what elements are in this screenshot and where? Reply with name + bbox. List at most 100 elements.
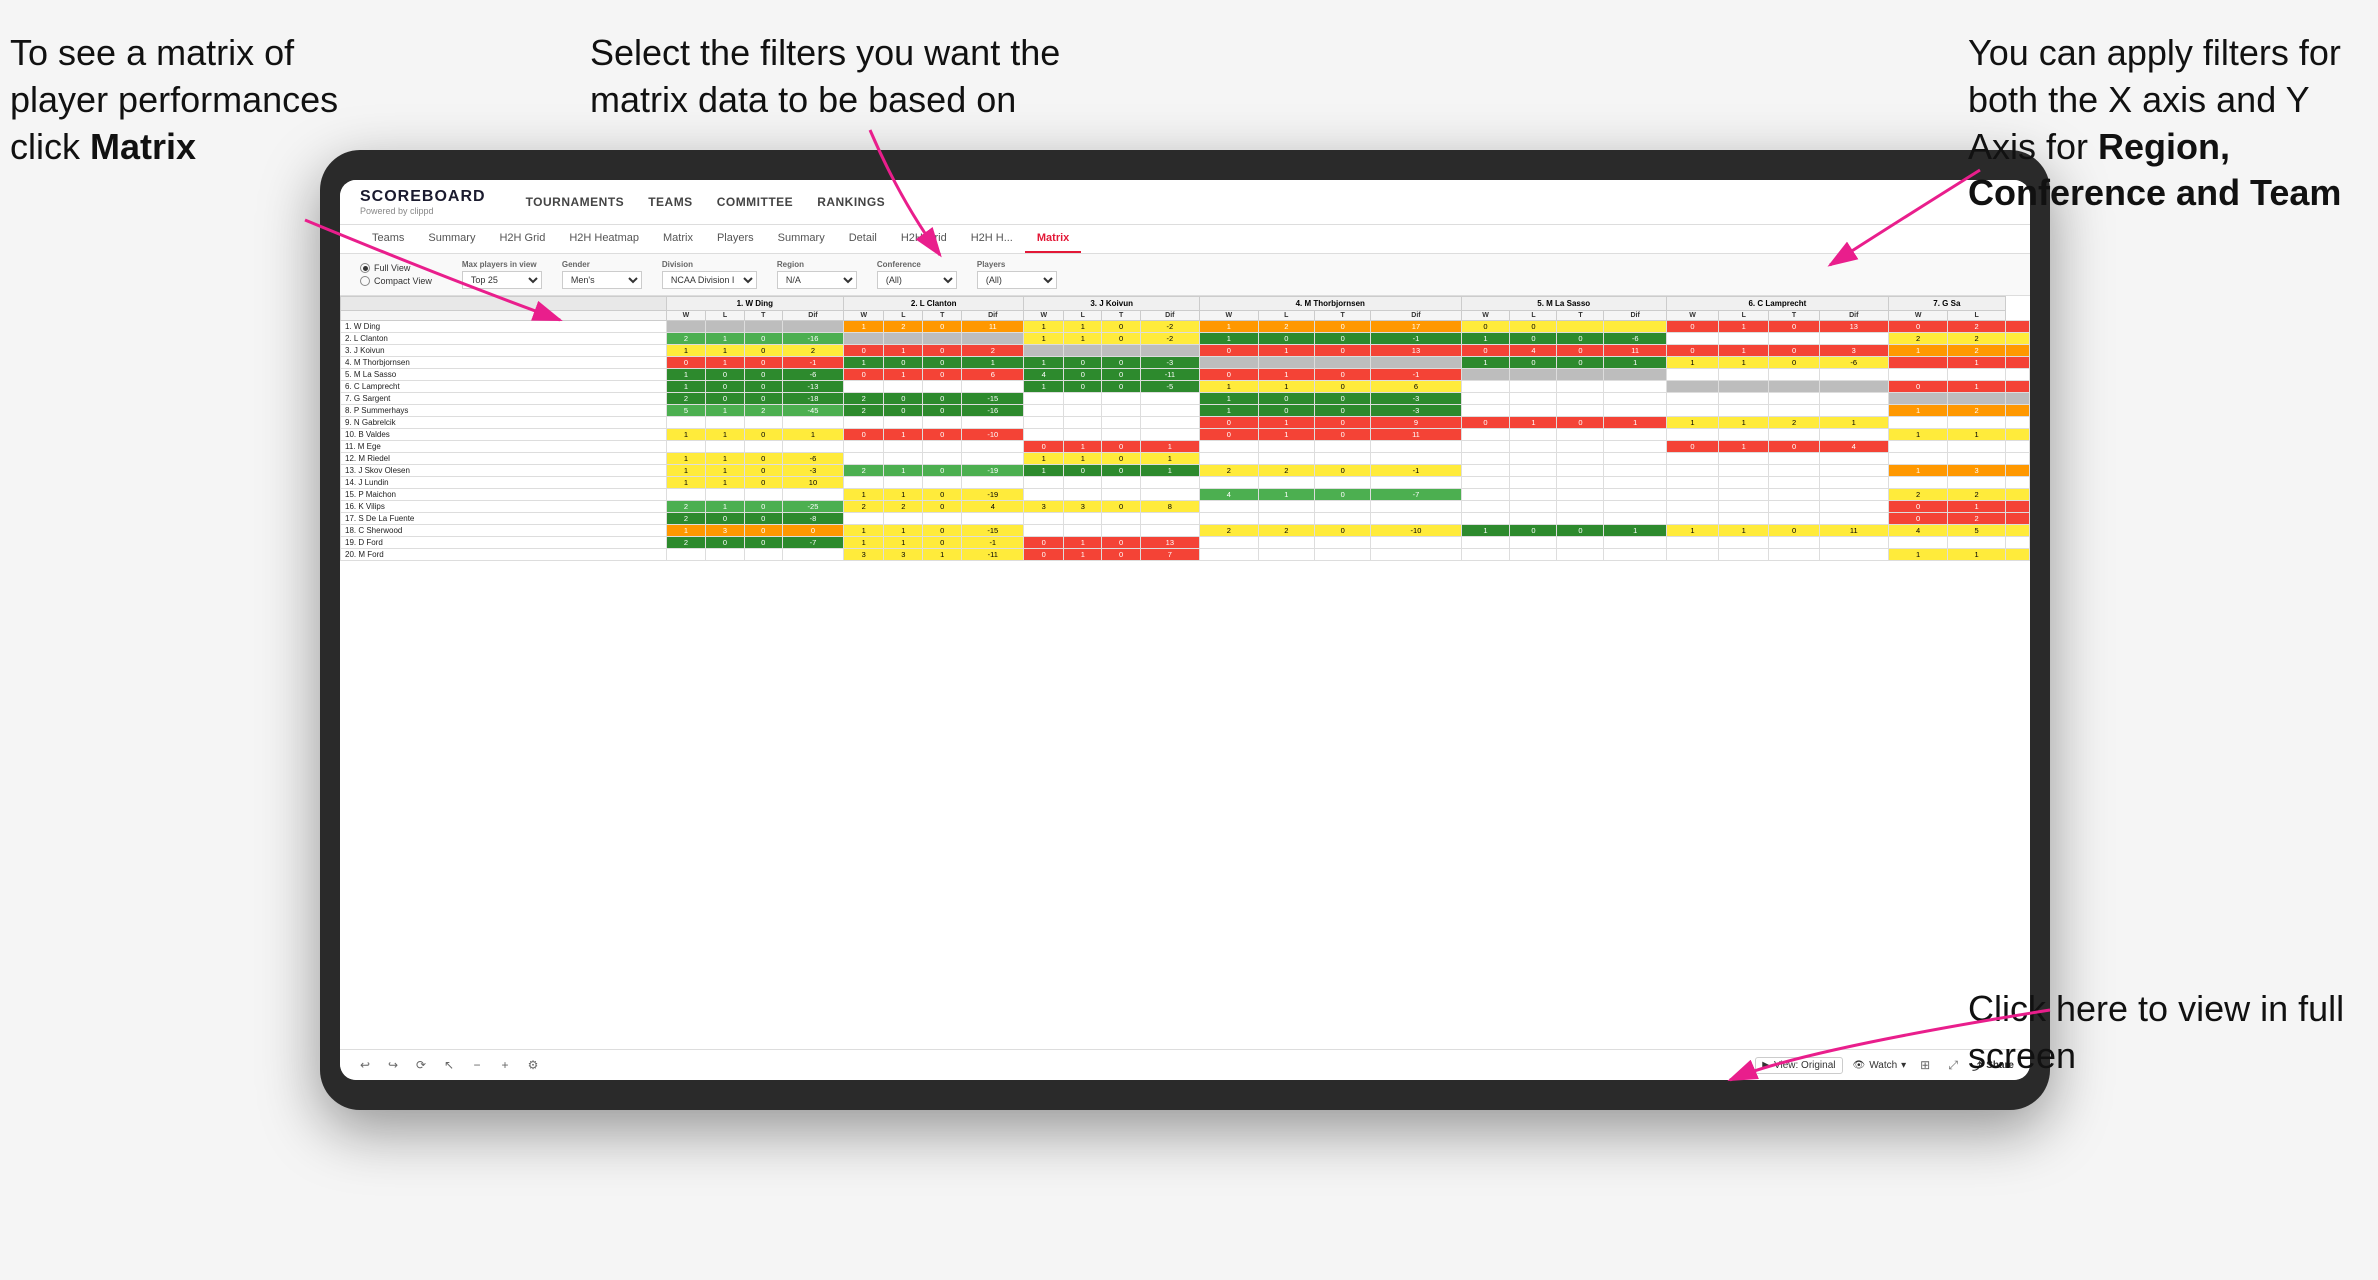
data-cell: 1	[1948, 429, 2005, 441]
watch-btn[interactable]: 👁 Watch ▾	[1853, 1060, 1907, 1071]
data-cell: 0	[1666, 441, 1718, 453]
data-cell	[2005, 453, 2029, 465]
data-cell: 0	[744, 513, 782, 525]
sh-l7: L	[1948, 311, 2005, 321]
filter-conference: Conference (All)	[877, 260, 957, 289]
player-name-cell: 17. S De La Fuente	[341, 513, 667, 525]
tab-detail[interactable]: Detail	[837, 225, 889, 253]
data-cell	[1769, 537, 1819, 549]
data-cell: 1	[666, 381, 706, 393]
data-cell	[1371, 501, 1461, 513]
data-cell: 0	[1510, 333, 1557, 345]
data-cell	[1258, 441, 1314, 453]
data-cell	[1769, 405, 1819, 417]
data-cell: 0	[1064, 465, 1102, 477]
data-cell	[1948, 369, 2005, 381]
compact-view-radio[interactable]	[360, 276, 370, 286]
data-cell: 1	[706, 465, 744, 477]
data-cell	[1510, 393, 1557, 405]
data-cell: 0	[706, 369, 744, 381]
tab-teams[interactable]: Teams	[360, 225, 416, 253]
data-cell: 0	[1461, 345, 1510, 357]
filter-max-select[interactable]: Top 25	[462, 271, 542, 289]
data-cell	[1666, 477, 1718, 489]
data-cell	[666, 549, 706, 561]
data-cell	[1888, 453, 1948, 465]
filter-gender-label: Gender	[562, 260, 642, 269]
full-view-radio[interactable]	[360, 263, 370, 273]
redo-icon[interactable]: ↪	[384, 1056, 402, 1074]
data-cell: 1	[1510, 417, 1557, 429]
data-cell: 0	[1666, 345, 1718, 357]
data-cell	[1666, 465, 1718, 477]
data-cell	[1024, 417, 1064, 429]
filter-conference-select[interactable]: (All)	[877, 271, 957, 289]
data-cell	[1510, 549, 1557, 561]
tab-summary[interactable]: Summary	[416, 225, 487, 253]
nav-tournaments[interactable]: TOURNAMENTS	[526, 193, 625, 211]
data-cell	[744, 489, 782, 501]
data-cell	[1819, 489, 1888, 501]
colh-m-la-sasso: 5. M La Sasso	[1461, 297, 1666, 311]
screen-icon[interactable]: ⊞	[1916, 1056, 1934, 1074]
tab-matrix[interactable]: Matrix	[651, 225, 705, 253]
undo-icon[interactable]: ↩	[356, 1056, 374, 1074]
data-cell: 1	[1024, 333, 1064, 345]
filter-region-label: Region	[777, 260, 857, 269]
data-cell	[1948, 477, 2005, 489]
data-cell: 1	[1199, 333, 1258, 345]
refresh-icon[interactable]: ⟳	[412, 1056, 430, 1074]
data-cell: 1	[666, 453, 706, 465]
data-cell	[1604, 381, 1666, 393]
nav-rankings[interactable]: RANKINGS	[817, 193, 885, 211]
table-row: 9. N Gabrelcik010901011121	[341, 417, 2030, 429]
logo-area: SCOREBOARD Powered by clippd	[360, 188, 486, 216]
zoom-in-icon[interactable]: +	[496, 1056, 514, 1074]
tab-matrix-active[interactable]: Matrix	[1025, 225, 1081, 253]
full-view-option[interactable]: Full View	[360, 263, 432, 273]
player-name-cell: 16. K Vilips	[341, 501, 667, 513]
sh-d3: Dif	[1140, 311, 1199, 321]
data-cell: 1	[1140, 465, 1199, 477]
data-cell	[1461, 477, 1510, 489]
filter-gender-select[interactable]: Men's	[562, 271, 642, 289]
data-cell	[884, 381, 923, 393]
data-cell: -1	[1371, 333, 1461, 345]
data-cell	[2005, 405, 2029, 417]
tab-h2h-grid2[interactable]: H2H Grid	[889, 225, 959, 253]
tab-h2h-grid[interactable]: H2H Grid	[487, 225, 557, 253]
fullscreen-icon[interactable]: ⤢	[1944, 1056, 1962, 1074]
player-name-cell: 4. M Thorbjornsen	[341, 357, 667, 369]
cursor-icon[interactable]: ↖	[440, 1056, 458, 1074]
compact-view-option[interactable]: Compact View	[360, 276, 432, 286]
data-cell	[1199, 549, 1258, 561]
data-cell: 1	[884, 489, 923, 501]
tab-players[interactable]: Players	[705, 225, 766, 253]
data-cell: 0	[1064, 381, 1102, 393]
data-cell: 0	[1314, 465, 1370, 477]
matrix-table: 1. W Ding 2. L Clanton 3. J Koivun 4. M …	[340, 296, 2030, 561]
player-name-cell: 14. J Lundin	[341, 477, 667, 489]
filter-region-select[interactable]: N/A	[777, 271, 857, 289]
tab-h2h-h[interactable]: H2H H...	[959, 225, 1025, 253]
filter-division-select[interactable]: NCAA Division I	[662, 271, 757, 289]
data-cell	[1819, 369, 1888, 381]
view-original-btn[interactable]: ▶ View: Original	[1755, 1057, 1842, 1074]
data-cell: 1	[1719, 525, 1769, 537]
data-cell: 1	[666, 477, 706, 489]
data-cell: 0	[884, 393, 923, 405]
data-cell	[1102, 393, 1140, 405]
zoom-out-icon[interactable]: −	[468, 1056, 486, 1074]
nav-committee[interactable]: COMMITTEE	[717, 193, 794, 211]
sh-d1: Dif	[782, 311, 843, 321]
sh-t4: T	[1314, 311, 1370, 321]
tab-h2h-heatmap[interactable]: H2H Heatmap	[557, 225, 651, 253]
tab-summary2[interactable]: Summary	[766, 225, 837, 253]
data-cell: 1	[666, 465, 706, 477]
settings-icon[interactable]: ⚙	[524, 1056, 542, 1074]
data-cell: 1	[706, 345, 744, 357]
filter-players-select[interactable]: (All)	[977, 271, 1057, 289]
nav-teams[interactable]: TEAMS	[648, 193, 693, 211]
data-cell	[1819, 453, 1888, 465]
table-row: 7. G Sargent200-18200-15100-3	[341, 393, 2030, 405]
